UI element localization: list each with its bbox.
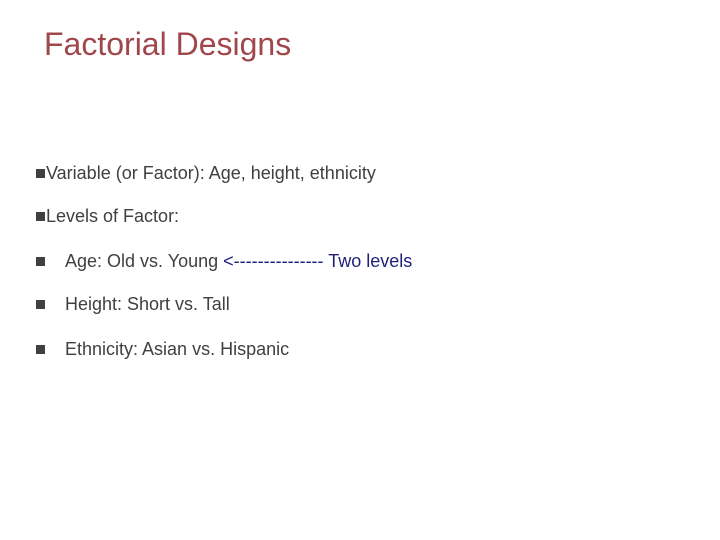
bullet-item-age: Age: Old vs. Young <--------------- Two …: [36, 249, 412, 273]
bullet-item-levels: Levels of Factor:: [36, 204, 179, 228]
bullet-text: Age: Old vs. Young: [65, 250, 224, 271]
bullet-item-ethnicity: Ethnicity: Asian vs. Hispanic: [36, 337, 289, 361]
square-bullet-icon: [36, 211, 45, 221]
square-bullet-icon: [36, 256, 45, 266]
square-bullet-icon: [36, 299, 45, 309]
slide: Factorial Designs Variable (or Factor): …: [0, 0, 720, 540]
bullet-text: Variable (or Factor): Age, height, ethni…: [46, 162, 376, 183]
bullet-item-variable: Variable (or Factor): Age, height, ethni…: [36, 161, 376, 185]
bullet-text: Height: Short vs. Tall: [65, 293, 230, 314]
square-bullet-icon: [36, 168, 45, 178]
bullet-item-height: Height: Short vs. Tall: [36, 292, 230, 316]
two-levels-annotation: <--------------- Two levels: [223, 250, 413, 271]
bullet-text: Levels of Factor:: [46, 205, 180, 226]
slide-title: Factorial Designs: [44, 26, 292, 62]
bullet-text: Ethnicity: Asian vs. Hispanic: [65, 338, 290, 359]
square-bullet-icon: [36, 344, 45, 354]
